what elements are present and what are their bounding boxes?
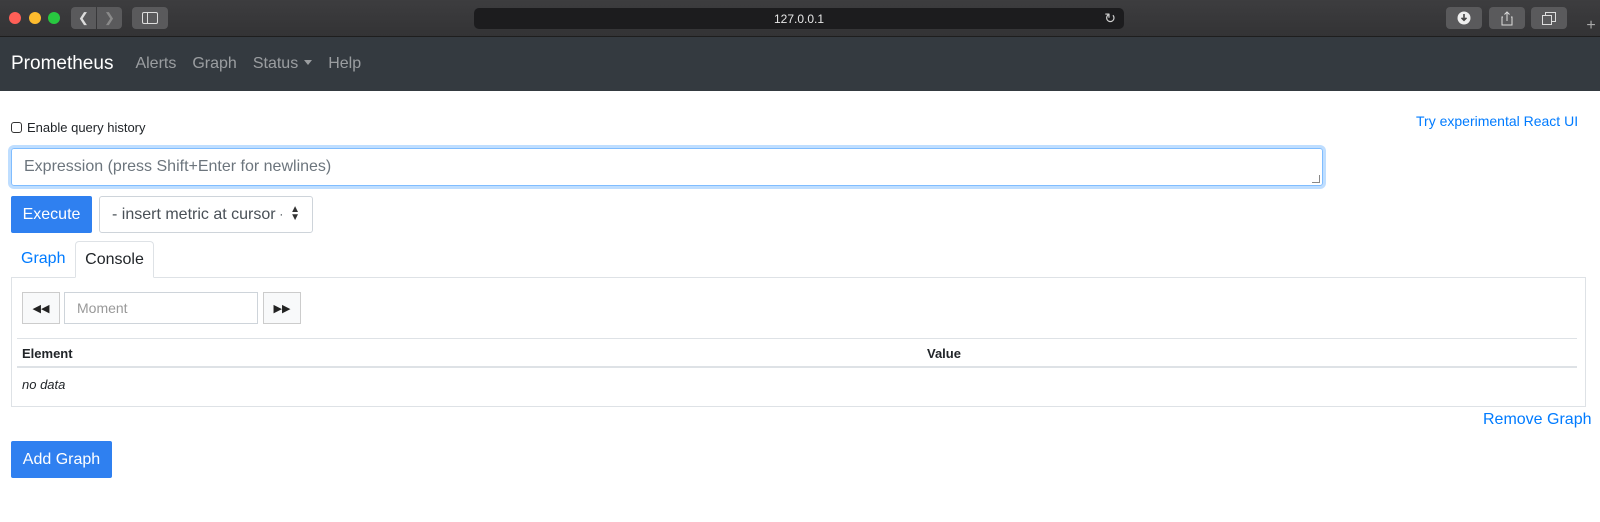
query-history-toggle[interactable]: Enable query history [11, 120, 146, 135]
react-ui-link[interactable]: Try experimental React UI [1416, 113, 1578, 129]
main-navbar: Prometheus Alerts Graph Status Help [0, 37, 1600, 91]
nav-help[interactable]: Help [328, 55, 361, 73]
maximize-window-button[interactable] [48, 12, 60, 24]
browser-toolbar: ❮ ❯ 127.0.0.1 ↻ + [0, 0, 1600, 37]
empty-state-text: no data [22, 377, 66, 392]
chevron-left-icon: ❮ [78, 10, 89, 25]
nav-alerts[interactable]: Alerts [135, 55, 176, 73]
metric-select[interactable]: - insert metric at cursor - ▲ ▼ [99, 196, 313, 233]
nav-status-dropdown[interactable]: Status [252, 55, 313, 73]
nav-status-label: Status [252, 55, 299, 72]
back-button[interactable]: ❮ [71, 7, 96, 29]
remove-graph-link[interactable]: Remove Graph [1483, 411, 1592, 429]
address-bar[interactable]: 127.0.0.1 ↻ [474, 8, 1124, 29]
tabs-icon [1542, 11, 1556, 25]
tab-overview-button[interactable] [1531, 7, 1567, 29]
moment-placeholder: Moment [77, 300, 128, 316]
select-arrows-icon: ▲ ▼ [290, 204, 300, 223]
share-button[interactable] [1489, 7, 1525, 29]
plus-icon: + [1586, 17, 1596, 34]
nav-graph[interactable]: Graph [192, 55, 236, 73]
metric-select-value: - insert metric at cursor - [112, 205, 282, 223]
downloads-button[interactable] [1446, 7, 1482, 29]
execute-button[interactable]: Execute [11, 196, 92, 233]
column-header-value: Value [927, 346, 961, 361]
console-panel: ◀◀ Moment ▶▶ Element Value no data [11, 277, 1586, 407]
expression-input[interactable]: Expression (press Shift+Enter for newlin… [11, 148, 1323, 186]
download-icon [1457, 11, 1471, 25]
table-header: Element Value [17, 338, 1577, 368]
time-back-button[interactable]: ◀◀ [22, 292, 60, 324]
share-icon [1501, 10, 1513, 25]
time-forward-button[interactable]: ▶▶ [263, 292, 301, 324]
forward-button[interactable]: ❯ [97, 7, 122, 29]
sidebar-icon [142, 12, 158, 24]
chevron-right-icon: ❯ [104, 10, 115, 25]
expression-placeholder: Expression (press Shift+Enter for newlin… [24, 158, 332, 175]
double-right-arrow-icon: ▶▶ [273, 302, 291, 315]
new-tab-button[interactable]: + [1582, 14, 1600, 37]
minimize-window-button[interactable] [29, 12, 41, 24]
query-history-label: Enable query history [27, 120, 146, 135]
double-left-arrow-icon: ◀◀ [32, 302, 50, 315]
brand-logo-text[interactable]: Prometheus [11, 53, 113, 75]
column-header-element: Element [22, 346, 73, 361]
close-window-button[interactable] [9, 12, 21, 24]
tab-console[interactable]: Console [75, 241, 154, 278]
sidebar-toggle-button[interactable] [132, 7, 168, 29]
moment-input[interactable]: Moment [64, 292, 258, 324]
query-history-checkbox[interactable] [11, 122, 22, 133]
tab-graph[interactable]: Graph [21, 250, 65, 268]
reload-icon[interactable]: ↻ [1104, 10, 1116, 27]
url-text: 127.0.0.1 [773, 11, 825, 26]
caret-down-icon [304, 60, 313, 65]
add-graph-button[interactable]: Add Graph [11, 441, 112, 478]
